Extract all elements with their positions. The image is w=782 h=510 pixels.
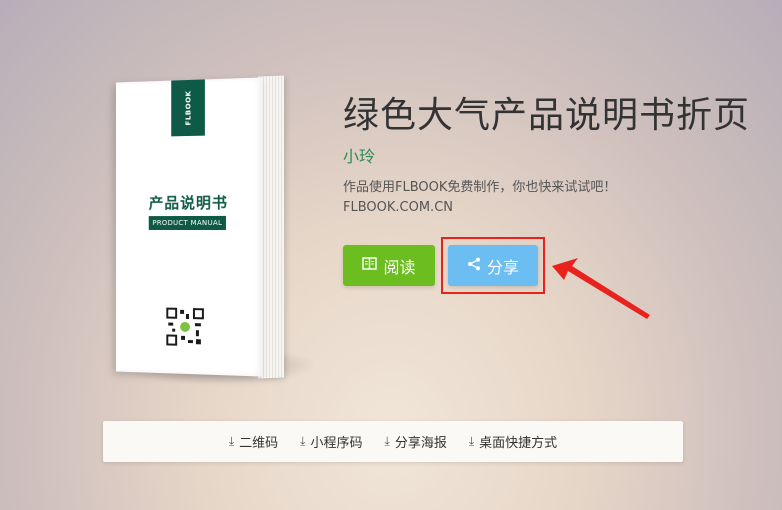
product-title: 绿色大气产品说明书折页 bbox=[343, 95, 751, 136]
share-highlight-box bbox=[441, 237, 545, 294]
qr-code-icon bbox=[166, 307, 204, 347]
download-label: 桌面快捷方式 bbox=[479, 436, 558, 451]
download-icon: ⤓ bbox=[300, 434, 306, 448]
brand-tab: FLBOOK bbox=[171, 79, 205, 137]
product-description: 作品使用FLBOOK免费制作，你也快来试试吧！ FLBOOK.COM.CN bbox=[343, 178, 616, 218]
qr-center-logo bbox=[180, 321, 190, 333]
author-link[interactable]: 小玲 bbox=[343, 143, 375, 167]
brand-logo: FLBOOK bbox=[184, 90, 192, 126]
annotation-arrow-icon bbox=[552, 258, 650, 319]
download-bar: ⤓ 二维码 ⤓ 小程序码 ⤓ 分享海报 ⤓ 桌面快捷方式 bbox=[103, 421, 683, 462]
cover-subtitle: PRODUCT MANUAL bbox=[148, 215, 226, 231]
cover-title: 产品说明书 bbox=[148, 193, 228, 213]
site-link[interactable]: FLBOOK.COM.CN bbox=[343, 198, 616, 218]
download-label: 二维码 bbox=[239, 436, 279, 451]
download-qrcode[interactable]: ⤓ 二维码 bbox=[229, 432, 278, 451]
read-button[interactable]: 阅读 bbox=[343, 245, 435, 286]
download-label: 分享海报 bbox=[394, 436, 447, 451]
description-line: 作品使用FLBOOK免费制作，你也快来试试吧！ bbox=[343, 180, 617, 195]
book-cover-preview[interactable]: FLBOOK 产品说明书 PRODUCT MANUAL bbox=[108, 70, 316, 385]
download-icon: ⤓ bbox=[228, 434, 235, 448]
download-desktop-shortcut[interactable]: ⤓ 桌面快捷方式 bbox=[469, 432, 557, 451]
download-share-poster[interactable]: ⤓ 分享海报 bbox=[385, 432, 447, 451]
read-button-label: 阅读 bbox=[383, 257, 416, 277]
download-icon: ⤓ bbox=[384, 434, 390, 448]
book-open-icon bbox=[362, 257, 378, 274]
book-cover: FLBOOK 产品说明书 PRODUCT MANUAL bbox=[115, 77, 263, 377]
download-miniprogram-code[interactable]: ⤓ 小程序码 bbox=[300, 432, 362, 451]
download-icon: ⤓ bbox=[468, 434, 475, 448]
download-label: 小程序码 bbox=[310, 436, 363, 451]
